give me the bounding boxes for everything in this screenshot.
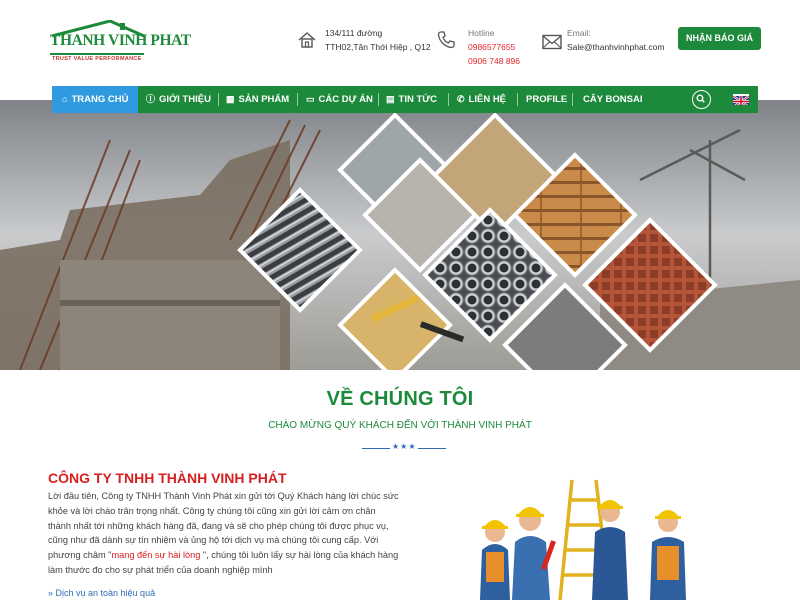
nav-projects-label: CÁC DỰ ÁN bbox=[318, 94, 373, 105]
nav-separator bbox=[297, 93, 298, 106]
search-icon bbox=[696, 94, 705, 103]
phone-icon bbox=[437, 31, 455, 49]
email-label: Email: bbox=[567, 28, 591, 38]
grid-icon: ▦ bbox=[226, 94, 235, 104]
nav-profile-label: PROFILE bbox=[526, 94, 568, 105]
nav-products-label: SẢN PHẨM bbox=[238, 94, 290, 105]
header-email: Email: Sale@thanhvinhphat.com bbox=[567, 26, 664, 54]
language-switch[interactable] bbox=[733, 94, 749, 105]
nav-separator bbox=[572, 93, 573, 106]
id-card-icon: ▭ bbox=[306, 94, 315, 104]
info-icon: ⓘ bbox=[146, 94, 156, 104]
nav-home[interactable]: ⌂ TRANG CHỦ bbox=[52, 86, 139, 113]
calendar-icon: ▤ bbox=[386, 94, 395, 104]
nav-about[interactable]: ⓘ GIỚI THIỆU bbox=[146, 86, 211, 113]
hotline-number-1[interactable]: 0986577655 bbox=[468, 40, 520, 54]
nav-separator bbox=[378, 93, 379, 106]
site-logo[interactable]: THANH VINH PHAT TRUST VALUE PERFORMANCE bbox=[48, 20, 191, 64]
nav-products[interactable]: ▦ SẢN PHẨM bbox=[226, 86, 289, 113]
logo-text: THANH VINH PHAT bbox=[50, 32, 191, 49]
logo-tagline: TRUST VALUE PERFORMANCE bbox=[52, 56, 142, 62]
address-line-2: TTH02,Tân Thới Hiệp , Q12 bbox=[325, 42, 431, 52]
nav-news[interactable]: ▤ TIN TỨC bbox=[386, 86, 437, 113]
email-address[interactable]: Sale@thanhvinhphat.com bbox=[567, 40, 664, 54]
about-section-subtitle: CHÀO MỪNG QUÝ KHÁCH ĐẾN VỚI THÀNH VINH P… bbox=[268, 420, 532, 431]
nav-about-label: GIỚI THIỆU bbox=[159, 94, 211, 105]
nav-bonsai-label: CÂY BONSAI bbox=[583, 94, 643, 105]
about-text-highlight: mang đến sự hài lòng bbox=[111, 550, 201, 561]
company-name-heading: CÔNG TY TNHH THÀNH VINH PHÁT bbox=[48, 470, 287, 486]
divider-stars-icon: ★★★ bbox=[392, 442, 417, 451]
phone-icon: ✆ bbox=[457, 94, 465, 104]
logo-underline bbox=[50, 53, 144, 55]
nav-home-label: TRANG CHỦ bbox=[71, 94, 129, 105]
about-paragraph: Lời đầu tiên, Công ty TNHH Thành Vinh Ph… bbox=[48, 489, 400, 578]
header-address: 134/111 đường TTH02,Tân Thới Hiệp , Q12 bbox=[325, 26, 431, 54]
construction-workers-image bbox=[480, 479, 686, 600]
main-navigation: ⌂ TRANG CHỦ ⓘ GIỚI THIỆU ▦ SẢN PHẨM ▭ CÁC DỰ… bbox=[52, 86, 758, 113]
header-hotline: Hotline 0986577655 0906 748 896 bbox=[468, 26, 520, 68]
nav-profile[interactable]: PROFILE bbox=[526, 86, 567, 113]
hotline-label: Hotline bbox=[468, 28, 495, 38]
home-icon: ⌂ bbox=[62, 94, 68, 104]
safe-service-link[interactable]: » Dịch vụ an toàn hiệu quả bbox=[48, 588, 155, 598]
nav-separator bbox=[517, 93, 518, 106]
nav-contact[interactable]: ✆ LIÊN HỆ bbox=[457, 86, 506, 113]
about-section-title: VỀ CHÚNG TÔI bbox=[326, 388, 474, 410]
home-icon bbox=[298, 32, 316, 48]
hotline-number-2[interactable]: 0906 748 896 bbox=[468, 54, 520, 68]
get-quote-button[interactable]: NHẬN BÁO GIÁ bbox=[678, 27, 761, 50]
uk-flag-icon bbox=[733, 95, 749, 105]
banner-collage-image bbox=[0, 100, 800, 370]
nav-separator bbox=[218, 93, 219, 106]
site-header: THANH VINH PHAT TRUST VALUE PERFORMANCE … bbox=[0, 0, 800, 86]
search-button[interactable] bbox=[692, 90, 711, 109]
nav-separator bbox=[448, 93, 449, 106]
hero-banner bbox=[0, 100, 800, 370]
address-line-1: 134/111 đường bbox=[325, 28, 383, 38]
nav-projects[interactable]: ▭ CÁC DỰ ÁN bbox=[306, 86, 373, 113]
section-divider: ★★★ bbox=[362, 442, 446, 453]
nav-contact-label: LIÊN HỆ bbox=[468, 94, 507, 105]
envelope-icon bbox=[542, 34, 562, 50]
divider-line-left bbox=[362, 448, 390, 449]
divider-line-right bbox=[418, 448, 446, 449]
nav-news-label: TIN TỨC bbox=[398, 94, 438, 105]
nav-bonsai[interactable]: CÂY BONSAI bbox=[583, 86, 642, 113]
worker-figure bbox=[480, 520, 510, 600]
